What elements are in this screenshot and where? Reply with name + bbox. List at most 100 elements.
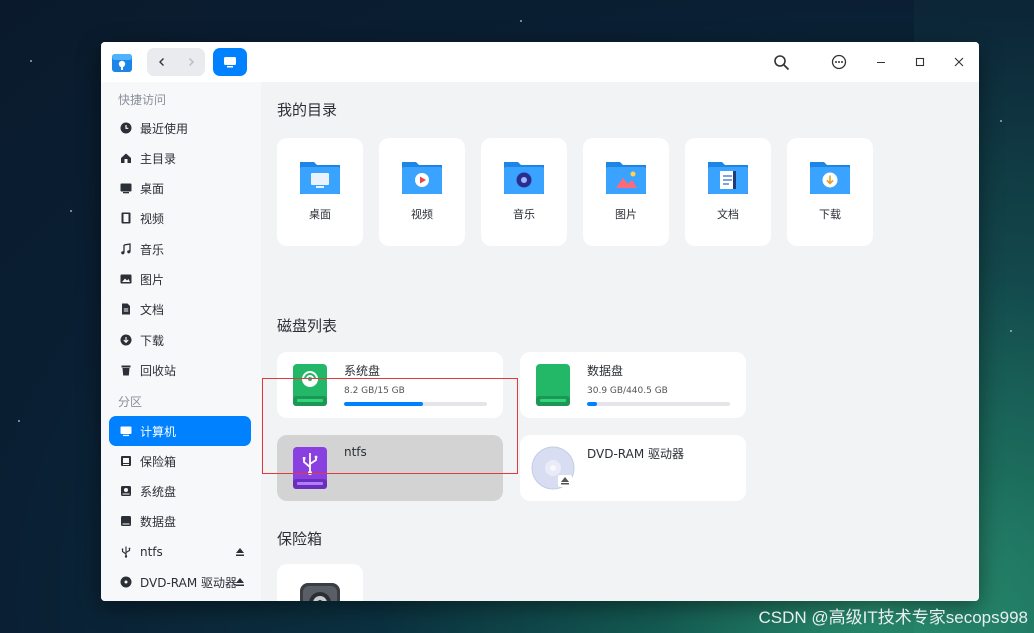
download-icon [119, 334, 132, 347]
computer-view-button[interactable] [213, 48, 247, 76]
sidebar-item-ntfs[interactable]: ntfs [109, 537, 251, 567]
sidebar-item-videos[interactable]: 视频 [109, 203, 251, 233]
chevron-left-icon [158, 58, 164, 66]
file-manager-window: 快捷访问 最近使用 主目录 桌面 视频 音乐 图片 文档 下载 回收站 分区 计… [101, 42, 979, 601]
wallpaper-star [30, 60, 32, 62]
clock-icon [119, 122, 132, 135]
disk-usage-fill [587, 402, 597, 406]
sidebar-item-vault[interactable]: 保险箱 [109, 446, 251, 476]
minimize-button[interactable] [871, 52, 891, 72]
trash-icon [119, 364, 132, 377]
vault-heading: 保险箱 [277, 530, 323, 548]
dir-card-music[interactable]: 音乐 [481, 138, 567, 246]
search-button[interactable] [771, 52, 791, 72]
sidebar-item-label: 文档 [140, 302, 165, 317]
dir-card-documents[interactable]: 文档 [685, 138, 771, 246]
download-folder-icon [810, 162, 850, 194]
forward-button[interactable] [176, 48, 205, 76]
main-content: 我的目录 桌面 视频 音乐 图片 文档 下载 磁盘列表 系统盘 8.2 GB/1… [261, 82, 979, 601]
wallpaper-star [520, 20, 522, 22]
document-folder-icon [708, 162, 748, 194]
vault-icon [119, 455, 132, 468]
optical-disc-icon [531, 446, 575, 490]
sidebar-item-home[interactable]: 主目录 [109, 143, 251, 173]
dir-card-desktop[interactable]: 桌面 [277, 138, 363, 246]
sidebar-item-label: ntfs [140, 545, 163, 559]
sidebar-item-music[interactable]: 音乐 [109, 234, 251, 264]
disk-card-data[interactable]: 数据盘 30.9 GB/440.5 GB [520, 352, 746, 418]
maximize-button[interactable] [910, 52, 930, 72]
sidebar-item-dvd-ram[interactable]: DVD-RAM 驱动器 [109, 567, 251, 597]
document-icon [119, 303, 132, 316]
my-directories-heading: 我的目录 [277, 101, 338, 119]
close-icon [954, 57, 964, 67]
sidebar-item-label: 计算机 [140, 424, 177, 439]
sidebar-item-pictures[interactable]: 图片 [109, 264, 251, 294]
sidebar-item-label: 下载 [140, 333, 165, 348]
usb-icon [119, 546, 132, 559]
data-disk-icon [536, 364, 570, 406]
dir-card-videos[interactable]: 视频 [379, 138, 465, 246]
selection-highlight-annotation [262, 378, 518, 474]
video-folder-icon [402, 162, 442, 194]
sidebar-item-trash[interactable]: 回收站 [109, 355, 251, 385]
vault-safe-icon [300, 583, 340, 601]
sidebar-item-downloads[interactable]: 下载 [109, 325, 251, 355]
sidebar: 快捷访问 最近使用 主目录 桌面 视频 音乐 图片 文档 下载 回收站 分区 计… [101, 82, 261, 601]
disk-name: 系统盘 [344, 364, 381, 378]
disk-name: DVD-RAM 驱动器 [587, 447, 685, 461]
vault-card[interactable] [277, 564, 363, 601]
wallpaper-star [70, 210, 72, 212]
sidebar-item-label: 主目录 [140, 151, 177, 166]
sidebar-item-computer[interactable]: 计算机 [109, 416, 251, 446]
dir-card-pictures[interactable]: 图片 [583, 138, 669, 246]
sidebar-item-label: 图片 [140, 272, 165, 287]
sidebar-item-system-disk[interactable]: 系统盘 [109, 476, 251, 506]
music-folder-icon [504, 162, 544, 194]
sidebar-item-desktop[interactable]: 桌面 [109, 173, 251, 203]
disk-icon [119, 485, 132, 498]
sidebar-item-label: 回收站 [140, 363, 177, 378]
disk-name: 数据盘 [587, 364, 624, 378]
dir-label: 文档 [717, 208, 739, 221]
music-icon [119, 243, 132, 256]
navigation-buttons [147, 48, 205, 76]
dir-card-downloads[interactable]: 下载 [787, 138, 873, 246]
dir-label: 图片 [615, 208, 637, 221]
sidebar-item-label: 音乐 [140, 242, 165, 257]
eject-icon[interactable] [235, 576, 245, 586]
disk-card-dvd-ram[interactable]: DVD-RAM 驱动器 [520, 435, 746, 501]
dir-label: 桌面 [309, 208, 331, 221]
sidebar-item-label: 保险箱 [140, 454, 177, 469]
picture-folder-icon [606, 162, 646, 194]
optical-drive-icon [119, 576, 132, 589]
disk-list-heading: 磁盘列表 [277, 317, 338, 335]
search-icon [773, 54, 789, 70]
wallpaper-star [18, 420, 20, 422]
wallpaper-star [1010, 330, 1012, 332]
app-logo-icon [110, 50, 134, 74]
desktop-folder-icon [300, 162, 340, 194]
sidebar-item-label: 系统盘 [140, 484, 177, 499]
sidebar-item-data-disk[interactable]: 数据盘 [109, 506, 251, 536]
sidebar-item-recent[interactable]: 最近使用 [109, 113, 251, 143]
chevron-right-icon [188, 58, 194, 66]
watermark: CSDN @高级IT技术专家secops998 [758, 608, 1029, 627]
main-menu-button[interactable] [829, 52, 849, 72]
minimize-icon [877, 61, 885, 64]
disk-usage-bar [587, 402, 730, 406]
sidebar-item-label: 桌面 [140, 181, 165, 196]
back-button[interactable] [147, 48, 176, 76]
picture-icon [119, 273, 132, 286]
more-icon [831, 54, 847, 70]
home-icon [119, 152, 132, 165]
sidebar-item-documents[interactable]: 文档 [109, 294, 251, 324]
close-button[interactable] [949, 52, 969, 72]
sidebar-item-label: 数据盘 [140, 514, 177, 529]
dir-label: 下载 [819, 208, 841, 221]
maximize-icon [915, 57, 925, 67]
sidebar-item-label: 视频 [140, 211, 165, 226]
eject-icon[interactable] [235, 546, 245, 556]
sidebar-item-label: DVD-RAM 驱动器 [140, 575, 238, 590]
dir-label: 视频 [411, 208, 433, 221]
